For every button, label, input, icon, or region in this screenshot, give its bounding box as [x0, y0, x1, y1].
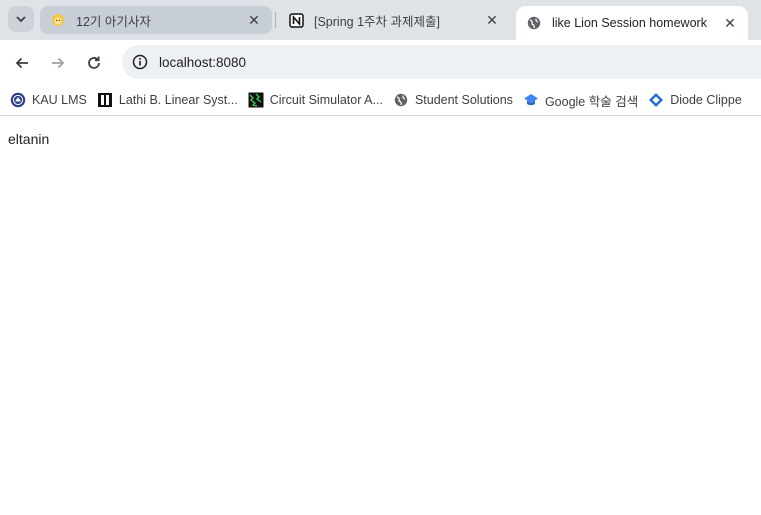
bookmark-student-solutions[interactable]: Student Solutions [393, 92, 513, 108]
tab-title: 12기 아기사자 [76, 14, 151, 29]
bookmark-label: Circuit Simulator A... [269, 93, 383, 107]
bookmarks-bar: KAU LMS Lathi B. Linear Syst... Circuit … [0, 85, 761, 116]
circuit-icon [248, 92, 264, 108]
site-info-icon[interactable] [128, 50, 152, 74]
reload-button[interactable] [81, 50, 107, 76]
close-icon[interactable]: ✕ [246, 12, 262, 29]
close-icon[interactable]: ✕ [484, 12, 500, 29]
reload-icon [88, 56, 100, 69]
scholar-cap-icon [523, 92, 539, 108]
bookmark-google-scholar[interactable]: Google 학술 검색 [523, 91, 638, 110]
chevron-down-icon [16, 16, 26, 23]
browser-toolbar: localhost:8080 [0, 40, 761, 85]
bookmark-label: Lathi B. Linear Syst... [118, 93, 238, 107]
tab-strip: 12기 아기사자 ✕ [Spring 1주차 과제제출] ✕ like Lion… [0, 0, 761, 40]
book-cover-icon [97, 92, 113, 108]
globe-icon [526, 15, 542, 31]
bookmark-diode-clipper[interactable]: Diode Clippe [648, 92, 742, 108]
bookmark-circuit-simulator[interactable]: Circuit Simulator A... [248, 92, 383, 108]
diamond-icon [648, 92, 664, 108]
tab-spring-homework[interactable]: [Spring 1주차 과제제출] ✕ [278, 6, 510, 34]
bookmark-label: Google 학술 검색 [544, 94, 639, 109]
tab-title: like Lion Session homework [552, 16, 707, 30]
notion-icon [288, 12, 304, 28]
bookmark-label: Diode Clippe [670, 93, 742, 107]
address-bar[interactable]: localhost:8080 [122, 45, 761, 79]
tab-agisaja[interactable]: 12기 아기사자 ✕ [40, 6, 272, 34]
tab-separator [275, 12, 276, 28]
page-body-text: eltanin [8, 131, 50, 147]
bookmark-label: KAU LMS [32, 93, 87, 107]
bookmark-label: Student Solutions [414, 93, 513, 107]
forward-button[interactable] [45, 50, 71, 76]
back-button[interactable] [9, 50, 35, 76]
tab-like-lion-session[interactable]: like Lion Session homework ✕ [516, 6, 748, 40]
lion-emoji-icon [50, 12, 66, 28]
arrow-left-icon [15, 57, 28, 69]
university-seal-icon [10, 92, 26, 108]
tab-search-button[interactable] [8, 6, 34, 32]
arrow-right-icon [52, 57, 65, 69]
close-icon[interactable]: ✕ [722, 15, 738, 32]
url-text[interactable]: localhost:8080 [159, 55, 246, 70]
bookmark-kau-lms[interactable]: KAU LMS [10, 92, 87, 108]
tab-title: [Spring 1주차 과제제출] [314, 14, 440, 29]
globe-icon [393, 92, 409, 108]
bookmark-lathi-linear[interactable]: Lathi B. Linear Syst... [97, 92, 238, 108]
